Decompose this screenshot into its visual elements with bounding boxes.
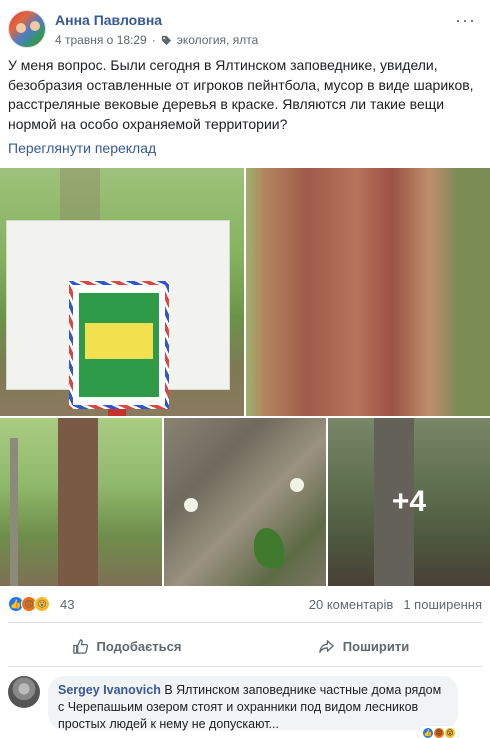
photo-sign-yellow [85,323,153,359]
more-options-button[interactable]: ··· [455,10,476,31]
wow-reaction-icon: 😮 [34,596,50,612]
author-avatar[interactable] [8,10,46,48]
photo-sign-green [79,293,159,397]
reaction-count[interactable]: 43 [60,597,74,612]
post-tags[interactable]: экология, ялта [177,33,259,47]
post-timestamp[interactable]: 4 травня о 18:29 [55,33,147,47]
photo-thin-trunk [10,438,18,586]
meta-separator: · [151,33,156,47]
see-translation-link[interactable]: Переглянути переклад [8,140,156,156]
reaction-icons[interactable]: 👍 😡 😮 [8,596,50,612]
divider [8,622,482,623]
comment-bubble: Sergey Ivanovich В Ялтинском заповеднике… [48,676,458,731]
photo-grid: +4 [0,168,490,586]
post-text: У меня вопрос. Были сегодня в Ялтинском … [8,57,474,132]
photo-forest-more[interactable]: +4 [328,418,490,586]
photo-paintball-pellet [290,478,304,492]
wow-reaction-icon: 😮 [444,727,456,738]
comment: Sergey Ivanovich В Ялтинском заповеднике… [8,676,482,738]
more-photos-overlay[interactable]: +4 [328,418,490,586]
author-name[interactable]: Анна Павловна [55,12,162,28]
comments-count[interactable]: 20 коментарів [309,597,394,612]
photo-background-forest [456,168,490,416]
shares-count[interactable]: 1 поширення [403,597,482,612]
tag-icon [161,35,171,45]
photo-tree-trunk [58,418,98,586]
share-button[interactable]: Поширити [245,630,482,662]
share-button-label: Поширити [342,638,410,654]
share-arrow-icon [319,639,334,653]
commenter-name[interactable]: Sergey Ivanovich [58,683,161,697]
reactions-summary: 👍 😡 😮 43 20 коментарів 1 поширення [8,596,482,614]
engagement-counts: 20 коментарів 1 поширення [309,597,482,612]
post-actions: Подобається Поширити [8,630,482,662]
avatar-photo-detail [30,21,40,31]
photo-forest-tree[interactable] [0,418,162,586]
photo-paintball-debris[interactable] [164,418,326,586]
avatar-photo-detail [16,23,26,33]
photo-reserve-sign[interactable] [0,168,244,416]
thumbs-up-icon [72,638,88,654]
like-button-label: Подобається [96,638,182,654]
photo-sign-board [6,220,230,409]
photo-green-leaf [254,528,284,568]
photo-painted-tree-bark[interactable] [246,168,490,416]
divider [8,666,482,667]
post-meta: 4 травня о 18:29 · экология, ялта [55,33,258,47]
commenter-avatar[interactable] [8,676,40,708]
comment-reactions[interactable]: 👍 😡 😮 [418,726,458,738]
post-header: Анна Павловна 4 травня о 18:29 · экологи… [0,0,490,52]
photo-paintball-pellet [184,498,198,512]
photo-sign-plate [69,281,169,409]
like-button[interactable]: Подобається [8,630,245,662]
